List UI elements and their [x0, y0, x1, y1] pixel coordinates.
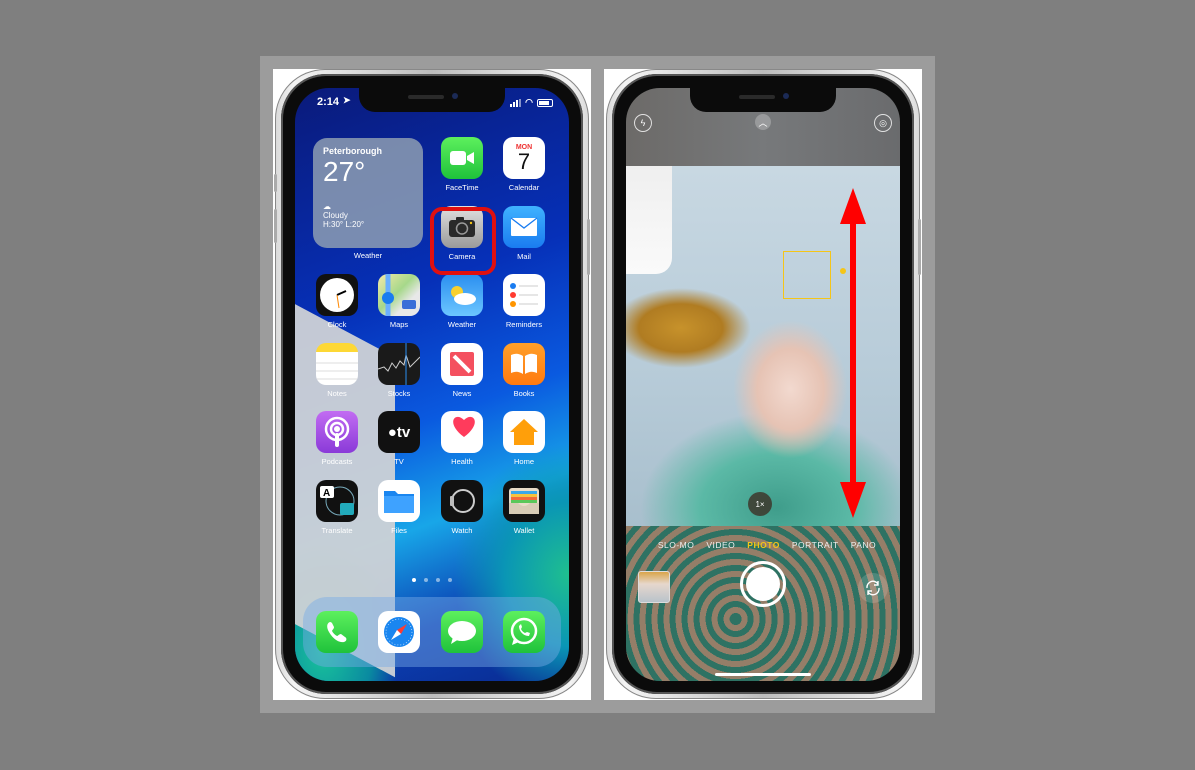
home-icon	[503, 411, 545, 453]
cloud-icon: ☁	[323, 202, 331, 211]
live-photo-icon[interactable]: ◎	[874, 114, 892, 132]
calendar-icon: MON 7	[503, 137, 545, 179]
books-icon	[503, 343, 545, 385]
app-mail[interactable]: Mail	[503, 206, 545, 261]
app-files[interactable]: Files	[378, 480, 420, 535]
bezel: 2:14 ➤ ◠ Peterborough 27° ☁ Cloudy H:30° …	[281, 74, 583, 694]
app-podcasts[interactable]: Podcasts	[316, 411, 358, 466]
files-icon	[378, 480, 420, 522]
app-news[interactable]: News	[441, 343, 483, 398]
safari-icon	[378, 611, 420, 653]
status-time: 2:14	[317, 96, 340, 108]
facetime-icon	[441, 137, 483, 179]
notch	[359, 88, 505, 112]
app-weather[interactable]: Weather	[441, 274, 483, 329]
widget-high-low: H:30° L:20°	[323, 220, 365, 229]
page-indicator[interactable]	[295, 578, 569, 582]
home-indicator[interactable]	[715, 673, 811, 676]
messages-icon	[441, 611, 483, 653]
mode-pano[interactable]: PANO	[851, 540, 876, 550]
podcasts-icon	[316, 411, 358, 453]
signal-icon	[510, 98, 522, 107]
lamp-shade	[626, 166, 672, 274]
clock-icon	[316, 274, 358, 316]
location-arrow-icon: ➤	[343, 95, 351, 105]
health-icon	[441, 411, 483, 453]
iphone-frame-left: 2:14 ➤ ◠ Peterborough 27° ☁ Cloudy H:30° …	[274, 69, 590, 699]
app-books[interactable]: Books	[503, 343, 545, 398]
app-notes[interactable]: Notes	[316, 343, 358, 398]
translate-icon: A	[316, 480, 358, 522]
weather-widget[interactable]: Peterborough 27° ☁ Cloudy H:30° L:20°	[313, 138, 423, 248]
shutter-button[interactable]	[740, 561, 786, 607]
side-button	[587, 219, 590, 275]
side-button	[918, 219, 921, 275]
app-translate[interactable]: A Translate	[316, 480, 358, 535]
camera-card: ϟ ︿ ◎ 1× SLO-MO VIDEO PHOTO PORTRAIT PAN…	[604, 69, 922, 700]
wifi-icon: ◠	[525, 97, 533, 107]
weather-icon	[441, 274, 483, 316]
mode-slo-mo[interactable]: SLO-MO	[658, 540, 695, 550]
widget-temperature: 27°	[323, 156, 366, 187]
mode-photo[interactable]: PHOTO	[747, 540, 780, 550]
watch-icon	[441, 480, 483, 522]
app-tv[interactable]: ● tv TV	[378, 411, 420, 466]
app-clock[interactable]: Clock	[316, 274, 358, 329]
silent-switch	[274, 174, 277, 192]
phone-icon	[316, 611, 358, 653]
notes-icon	[316, 343, 358, 385]
wallet-icon	[503, 480, 545, 522]
last-photo-thumbnail[interactable]	[638, 571, 670, 603]
widget-label: Weather	[353, 251, 383, 260]
mode-portrait[interactable]: PORTRAIT	[792, 540, 839, 550]
dock-phone[interactable]	[316, 611, 358, 653]
double-arrow-annotation	[840, 188, 866, 518]
app-watch[interactable]: Watch	[441, 480, 483, 535]
stocks-icon	[378, 343, 420, 385]
dock-safari[interactable]	[378, 611, 420, 653]
flash-off-icon[interactable]: ϟ	[634, 114, 652, 132]
bezel: ϟ ︿ ◎ 1× SLO-MO VIDEO PHOTO PORTRAIT PAN…	[612, 74, 914, 694]
tv-icon: ● tv	[378, 411, 420, 453]
mode-video[interactable]: VIDEO	[706, 540, 735, 550]
face-detection-box	[783, 251, 831, 299]
app-reminders[interactable]: Reminders	[503, 274, 545, 329]
iphone-frame-right: ϟ ︿ ◎ 1× SLO-MO VIDEO PHOTO PORTRAIT PAN…	[606, 69, 921, 699]
app-stocks[interactable]: Stocks	[378, 343, 420, 398]
zoom-level-button[interactable]: 1×	[748, 492, 772, 516]
svg-text:A: A	[323, 488, 330, 499]
flip-camera-icon	[866, 580, 880, 596]
app-maps[interactable]: Maps	[378, 274, 420, 329]
camera-highlight-box	[430, 207, 496, 275]
reminders-icon	[503, 274, 545, 316]
home-screen: 2:14 ➤ ◠ Peterborough 27° ☁ Cloudy H:30° …	[295, 88, 569, 681]
mail-icon	[503, 206, 545, 248]
app-health[interactable]: Health	[441, 411, 483, 466]
maps-icon	[378, 274, 420, 316]
app-wallet[interactable]: Wallet	[503, 480, 545, 535]
news-icon	[441, 343, 483, 385]
battery-icon	[537, 98, 553, 107]
camera-screen: ϟ ︿ ◎ 1× SLO-MO VIDEO PHOTO PORTRAIT PAN…	[626, 88, 900, 681]
chevron-up-icon[interactable]: ︿	[755, 114, 771, 130]
widget-condition: Cloudy	[323, 211, 348, 220]
dock-whatsapp[interactable]	[503, 611, 545, 653]
whatsapp-icon	[503, 611, 545, 653]
flip-camera-button[interactable]	[858, 573, 888, 603]
app-facetime[interactable]: FaceTime	[441, 137, 483, 192]
camera-mode-selector: SLO-MO VIDEO PHOTO PORTRAIT PANO	[626, 540, 900, 550]
dock-messages[interactable]	[441, 611, 483, 653]
home-screen-card: 2:14 ➤ ◠ Peterborough 27° ☁ Cloudy H:30° …	[273, 69, 591, 700]
notch	[690, 88, 836, 112]
app-home[interactable]: Home	[503, 411, 545, 466]
app-calendar[interactable]: MON 7 Calendar	[503, 137, 545, 192]
volume-up-button	[274, 209, 277, 243]
widget-city: Peterborough	[323, 146, 383, 156]
